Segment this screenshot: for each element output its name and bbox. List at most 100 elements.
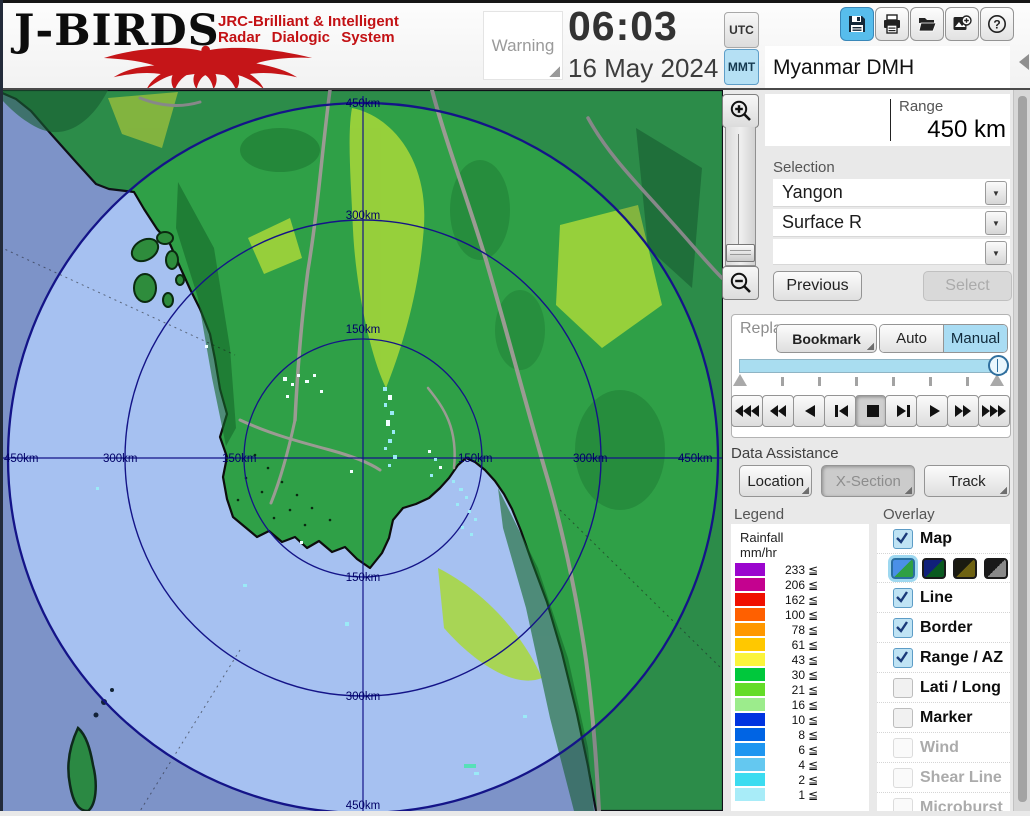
zoom-in-button[interactable] — [722, 94, 759, 128]
zoom-slider-handle[interactable] — [726, 244, 755, 262]
fastest-rewind-button[interactable] — [731, 395, 763, 427]
add-image-button[interactable] — [945, 7, 979, 41]
select-button[interactable]: Select — [923, 271, 1012, 301]
checkbox[interactable] — [893, 529, 913, 549]
svg-text:150km: 150km — [458, 453, 493, 465]
chevron-down-icon[interactable]: ▼ — [985, 241, 1007, 265]
legend-lte-symbol: ≦ — [808, 653, 818, 667]
fast-forward-button[interactable] — [947, 395, 979, 427]
assist-button-label: X-Section — [836, 473, 901, 490]
chevron-down-icon[interactable]: ▼ — [985, 211, 1007, 235]
slider-tick — [818, 377, 821, 386]
legend-color-swatch — [735, 743, 765, 756]
legend-value: 61 — [769, 638, 805, 652]
stop-button[interactable] — [855, 395, 887, 427]
radar-map[interactable]: 450km 300km 150km 150km 300km 450km 450k… — [0, 90, 723, 811]
map-style-swatch[interactable] — [984, 558, 1008, 579]
overlay-label: Overlay — [883, 506, 935, 523]
add-image-icon — [952, 14, 972, 34]
warning-button[interactable]: Warning — [483, 11, 563, 80]
step-back-button[interactable] — [824, 395, 856, 427]
replay-slider-handle[interactable] — [988, 355, 1009, 376]
track-button[interactable]: Track — [924, 465, 1010, 497]
site-dropdown[interactable]: Yangon ▼ — [773, 179, 1010, 207]
checkbox[interactable] — [893, 648, 913, 668]
checkbox[interactable] — [893, 708, 913, 728]
previous-button[interactable]: Previous — [773, 271, 862, 301]
overlay-item-line[interactable]: Line — [877, 583, 1010, 613]
checkbox[interactable] — [893, 618, 913, 638]
legend-lte-symbol: ≦ — [808, 728, 818, 742]
play-button[interactable] — [916, 395, 948, 427]
checkbox[interactable] — [893, 738, 913, 758]
legend-lte-symbol: ≦ — [808, 563, 818, 577]
bookmark-button[interactable]: Bookmark — [776, 324, 877, 353]
legend-row: 61 ≦ — [735, 637, 865, 652]
data-assistance-buttons: Location X-Section Track — [739, 465, 1010, 495]
assist-button-label: Track — [949, 473, 986, 490]
radar-echo — [390, 411, 394, 415]
map-style-swatch[interactable] — [891, 558, 915, 579]
radar-echo — [320, 390, 323, 393]
step-forward-button[interactable] — [885, 395, 917, 427]
overlay-item-map[interactable]: Map — [877, 524, 1010, 554]
checkbox[interactable] — [893, 678, 913, 698]
radar-echo — [350, 470, 353, 473]
save-button[interactable] — [840, 7, 874, 41]
x-section-button[interactable]: X-Section — [821, 465, 915, 497]
radar-echo — [283, 377, 287, 381]
overlay-item-border[interactable]: Border — [877, 613, 1010, 643]
product-dropdown[interactable]: Surface R ▼ — [773, 209, 1010, 237]
svg-text:450km: 450km — [678, 453, 713, 465]
overlay-item-marker[interactable]: Marker — [877, 703, 1010, 733]
svg-text:300km: 300km — [346, 210, 381, 222]
legend-lte-symbol: ≦ — [808, 698, 818, 712]
open-folder-button[interactable] — [910, 7, 944, 41]
overlay-item-shear-line[interactable]: Shear Line — [877, 763, 1010, 793]
manual-mode-button[interactable]: Manual — [944, 325, 1007, 352]
map-style-swatch[interactable] — [953, 558, 977, 579]
check-icon — [894, 649, 910, 665]
fastest-rewind-icon — [734, 404, 760, 418]
checkbox[interactable] — [893, 768, 913, 788]
overlay-item-range-az[interactable]: Range / AZ — [877, 643, 1010, 673]
panel-scrollbar-thumb[interactable] — [1018, 96, 1027, 802]
chevron-down-icon[interactable]: ▼ — [985, 181, 1007, 205]
checkbox[interactable] — [893, 588, 913, 608]
range-value: 450 km — [880, 116, 1006, 144]
overlay-item-microburst[interactable]: Microburst — [877, 793, 1010, 811]
radar-echo — [459, 488, 463, 491]
legend-lte-symbol: ≦ — [808, 608, 818, 622]
overlay-item-label: Wind — [920, 739, 959, 757]
overlay-item-wind[interactable]: Wind — [877, 733, 1010, 763]
checkbox[interactable] — [893, 798, 913, 812]
legend-value: 43 — [769, 653, 805, 667]
svg-text:?: ? — [993, 17, 1000, 31]
radar-echo — [388, 395, 392, 400]
auto-mode-button[interactable]: Auto — [880, 325, 944, 352]
map-style-swatch[interactable] — [922, 558, 946, 579]
radar-echo — [392, 430, 395, 434]
legend-lte-symbol: ≦ — [808, 758, 818, 772]
overlay-box: Map Line Border Range / AZ Lati / Long M… — [877, 524, 1010, 811]
fastest-forward-button[interactable] — [978, 395, 1010, 427]
zoom-out-button[interactable] — [722, 266, 759, 300]
fast-rewind-button[interactable] — [762, 395, 794, 427]
legend-color-swatch — [735, 683, 765, 696]
legend-row: 6 ≦ — [735, 742, 865, 757]
legend-row: 43 ≦ — [735, 652, 865, 667]
overlay-item-lati-long[interactable]: Lati / Long — [877, 673, 1010, 703]
replay-slider-track[interactable] — [739, 359, 1007, 373]
legend-color-swatch — [735, 728, 765, 741]
radar-echo — [205, 345, 208, 348]
utc-button[interactable]: UTC — [724, 12, 759, 48]
print-button[interactable] — [875, 7, 909, 41]
help-button[interactable]: ? — [980, 7, 1014, 41]
play-reverse-button[interactable] — [793, 395, 825, 427]
radar-echo — [383, 387, 387, 391]
mmt-button[interactable]: MMT — [724, 49, 759, 85]
extra-dropdown[interactable]: ▼ — [773, 239, 1010, 265]
location-button[interactable]: Location — [739, 465, 812, 497]
panel-collapse-arrow[interactable] — [1019, 54, 1029, 70]
legend-lte-symbol: ≦ — [808, 623, 818, 637]
